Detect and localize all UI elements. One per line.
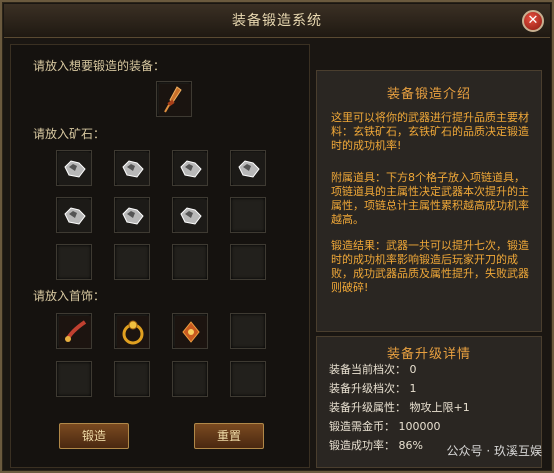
window-title: 装备锻造系统	[232, 13, 322, 29]
forge-input-panel: 请放入想要锻造的装备： 请放入矿石： 请放入首饰： 锻造 重置	[10, 44, 310, 468]
ore-slot[interactable]	[56, 197, 92, 233]
ore-slot[interactable]	[114, 150, 150, 186]
intro-paragraph-2: 附属道具：下方8个格子放入项链道具，项链道具的主属性决定武器本次提升的主属性，项…	[331, 171, 529, 226]
iron-ore-icon	[59, 200, 91, 232]
close-icon[interactable]: ✕	[522, 10, 544, 32]
ore-slot[interactable]	[172, 150, 208, 186]
empty-jewelry-slot[interactable]	[172, 361, 208, 397]
jewelry-slot[interactable]	[56, 313, 92, 349]
intro-paragraph-1: 这里可以将你的武器进行提升品质主要材料：玄铁矿石，玄铁矿石的品质决定锻造时的成功…	[331, 111, 529, 152]
iron-ore-icon	[175, 200, 207, 232]
iron-ore-icon	[233, 153, 265, 185]
ring-icon	[117, 316, 149, 348]
reset-button[interactable]: 重置	[194, 423, 264, 449]
forge-button[interactable]: 锻造	[59, 423, 129, 449]
details-title: 装备升级详情	[386, 347, 471, 362]
empty-jewelry-slot[interactable]	[230, 361, 266, 397]
ore-slot[interactable]	[172, 197, 208, 233]
watermark: 公众号 · 玖溪互娱	[446, 444, 542, 458]
empty-ore-slot[interactable]	[230, 244, 266, 280]
iron-ore-icon	[117, 153, 149, 185]
weapon-icon	[159, 84, 191, 116]
empty-ore-slot[interactable]	[172, 244, 208, 280]
empty-jewelry-slot[interactable]	[114, 361, 150, 397]
equipment-slot[interactable]	[156, 81, 192, 117]
ore-label: 请放入矿石：	[33, 127, 106, 141]
empty-jewelry-slot[interactable]	[56, 361, 92, 397]
iron-ore-icon	[175, 153, 207, 185]
jewelry-slot[interactable]	[172, 313, 208, 349]
upgrade-attribute: 装备升级属性： 物攻上限+1	[329, 401, 470, 414]
gold-cost: 锻造需金币： 100000	[329, 420, 441, 433]
empty-ore-slot[interactable]	[114, 244, 150, 280]
ore-slot[interactable]	[230, 150, 266, 186]
forge-intro-panel: 装备锻造介绍 这里可以将你的武器进行提升品质主要材料：玄铁矿石，玄铁矿石的品质决…	[316, 70, 542, 332]
empty-jewelry-slot[interactable]	[230, 313, 266, 349]
jewelry-label: 请放入首饰：	[33, 289, 106, 303]
iron-ore-icon	[117, 200, 149, 232]
necklace-icon	[59, 316, 91, 348]
forge-window: 装备锻造系统 ✕ 请放入想要锻造的装备： 请放入矿石： 请放入首饰： 锻造 重置…	[0, 0, 554, 473]
intro-title: 装备锻造介绍	[386, 87, 471, 102]
empty-ore-slot[interactable]	[56, 244, 92, 280]
success-rate: 锻造成功率： 86%	[329, 439, 423, 452]
intro-paragraph-3: 锻造结果：武器一共可以提升七次，锻造时的成功机率影响锻造后玩家开刀的成败，成功武…	[331, 239, 529, 294]
iron-ore-icon	[59, 153, 91, 185]
ore-slot[interactable]	[114, 197, 150, 233]
empty-ore-slot[interactable]	[230, 197, 266, 233]
amulet-icon	[175, 316, 207, 348]
ore-slot[interactable]	[56, 150, 92, 186]
jewelry-slot[interactable]	[114, 313, 150, 349]
upgrade-level: 装备升级档次： 1	[329, 382, 417, 395]
equip-label: 请放入想要锻造的装备：	[33, 59, 166, 73]
current-level: 装备当前档次： 0	[329, 363, 417, 376]
title-bar: 装备锻造系统 ✕	[4, 4, 550, 38]
